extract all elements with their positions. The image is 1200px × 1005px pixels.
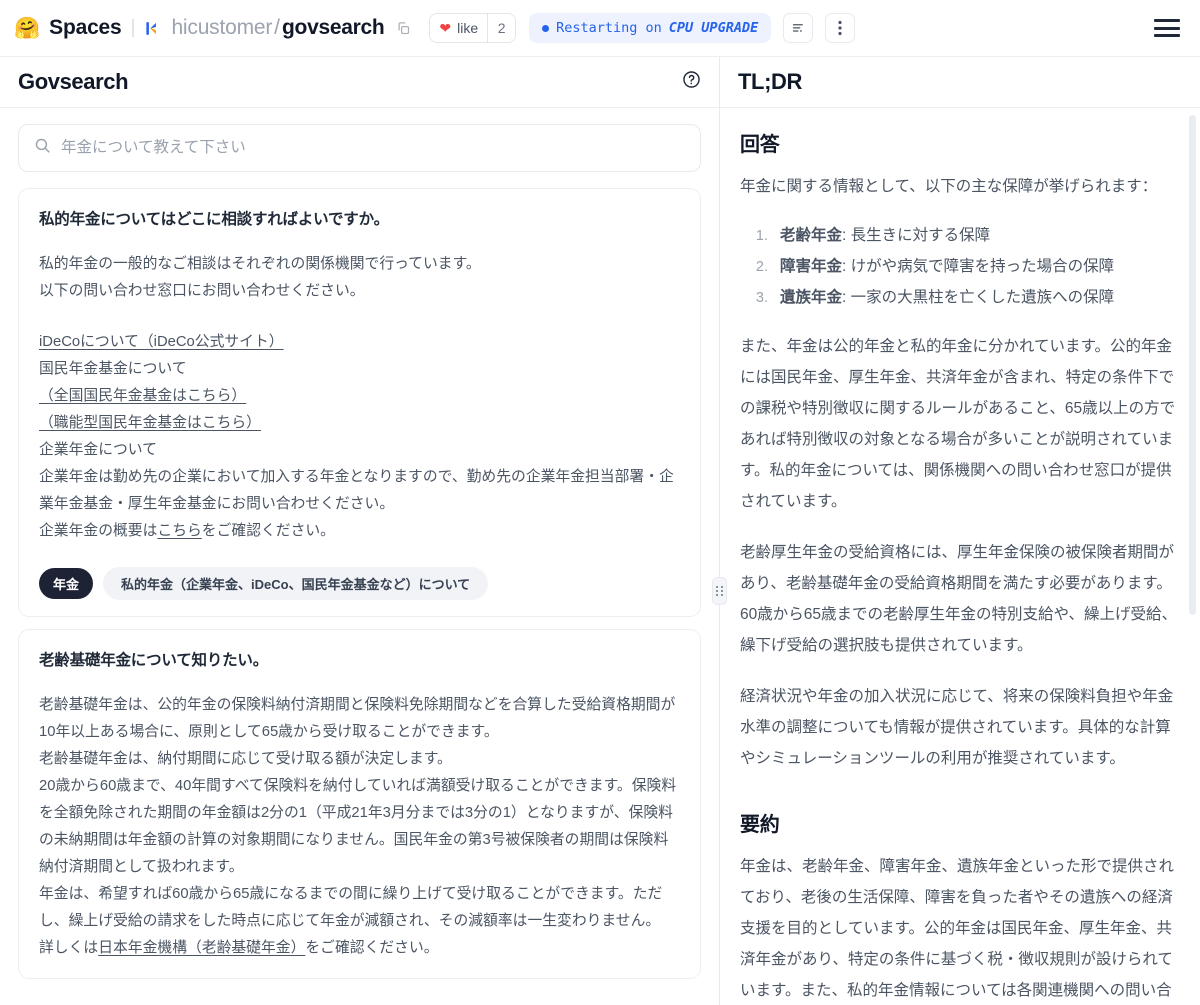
status-hardware: CPU UPGRADE — [668, 20, 759, 36]
list-item-term: 障害年金 — [780, 258, 843, 275]
answer-line: 年金は、希望すれば60歳から65歳になるまでの間に繰り上げて受け取ることができま… — [39, 886, 663, 929]
answer-line: 老齢基礎年金は、納付期間に応じて受け取る額が決定します。 — [39, 751, 452, 767]
spaces-brand-link[interactable]: Spaces — [49, 16, 122, 40]
summary-heading: 要約 — [740, 814, 780, 836]
list-item: 遺族年金: 一家の大黒柱を亡くした遺族への保障 — [772, 282, 1178, 313]
list-item: 障害年金: けがや病気で障害を持った場合の保障 — [772, 251, 1178, 282]
answer-line: 国民年金基金について — [39, 361, 187, 377]
list-item-term: 老齢年金 — [780, 227, 843, 244]
status-text: Restarting on — [556, 20, 662, 36]
search-box[interactable] — [18, 124, 701, 172]
result-question: 私的年金についてはどこに相談すればよいですか。 — [39, 211, 389, 228]
status-dot-icon — [542, 24, 550, 32]
answer-text: をご確認ください。 — [201, 523, 335, 539]
top-bar: 🤗 Spaces | hicustomer / govsearch ❤ like… — [0, 0, 1200, 56]
huggingface-emoji-logo: 🤗 — [14, 16, 41, 40]
search-input[interactable] — [61, 139, 685, 157]
like-group[interactable]: ❤ like 2 — [429, 13, 517, 43]
answer-text: 企業年金の概要は — [39, 523, 158, 539]
answer-line: 20歳から60歳まで、40年間すべて保険料を納付していれば満額受け取ることができ… — [39, 778, 677, 875]
result-card[interactable]: 私的年金についてはどこに相談すればよいですか。 私的年金の一般的なご相談はそれぞ… — [18, 188, 701, 617]
result-question: 老齢基礎年金について知りたい。 — [39, 652, 269, 669]
main-split-view: Govsearch 私的年金についてはどこに相談 — [0, 56, 1200, 1005]
huggingface-logo-icon — [146, 21, 157, 35]
answer-text: 詳しくは — [39, 940, 99, 956]
tldr-title: TL;DR — [738, 69, 802, 94]
answer-link[interactable]: 日本年金機構（老齢基礎年金） — [98, 940, 305, 956]
left-pane-body: 私的年金についてはどこに相談すればよいですか。 私的年金の一般的なご相談はそれぞ… — [0, 108, 719, 1005]
right-pane-header: TL;DR — [720, 57, 1200, 108]
copy-icon[interactable] — [393, 18, 413, 38]
answer-line: 老齢基礎年金は、公的年金の保険料納付済期間と保険料免除期間などを合算した受給資格… — [39, 697, 676, 740]
like-button[interactable]: ❤ like — [430, 14, 487, 42]
answer-link[interactable]: iDeCoについて（iDeCo公式サイト） — [39, 334, 284, 350]
answer-line: 以下の問い合わせ窓口にお問い合わせください。 — [39, 283, 365, 299]
answer-link[interactable]: （職能型国民年金基金はこちら） — [39, 415, 261, 431]
like-label: like — [457, 20, 479, 36]
answer-line: 企業年金について — [39, 442, 157, 458]
result-card[interactable]: 老齢基礎年金について知りたい。 老齢基礎年金は、公的年金の保険料納付済期間と保険… — [18, 629, 701, 979]
list-item-term: 遺族年金 — [780, 289, 843, 306]
answer-link[interactable]: こちら — [157, 523, 201, 539]
answer-paragraph: 老齢厚生年金の受給資格には、厚生年金保険の被保険者期間があり、老齢基礎年金の受給… — [740, 544, 1178, 654]
answer-link[interactable]: （全国国民年金基金はこちら） — [39, 388, 246, 404]
page-title: Govsearch — [18, 69, 129, 94]
like-count: 2 — [487, 14, 516, 42]
answer-line: 企業年金は勤め先の企業において加入する年金となりますので、勤め先の企業年金担当部… — [39, 469, 674, 512]
answer-heading: 回答 — [740, 134, 780, 156]
list-item: 老齢年金: 長生きに対する保障 — [772, 220, 1178, 251]
list-item-desc: : 一家の大黒柱を亡くした遺族への保障 — [842, 289, 1115, 306]
help-circle-icon[interactable] — [682, 70, 701, 94]
category-tag[interactable]: 年金 — [39, 568, 94, 599]
heart-icon: ❤ — [439, 20, 452, 36]
list-item-desc: : けがや病気で障害を持った場合の保障 — [842, 258, 1115, 275]
result-answer: 老齢基礎年金は、公的年金の保険料納付済期間と保険料免除期間などを合算した受給資格… — [39, 692, 680, 962]
repo-name[interactable]: govsearch — [282, 16, 385, 40]
path-slash: / — [274, 16, 281, 39]
answer-intro: 年金に関する情報として、以下の主な保障が挙げられます： — [740, 178, 1158, 195]
answer-paragraph: 経済状況や年金の加入状況に応じて、将来の保険料負担や年金水準の調整についても情報… — [740, 688, 1174, 767]
summary-paragraph: 年金は、老齢年金、障害年金、遺族年金といった形で提供されており、老後の生活保障、… — [740, 858, 1175, 999]
right-pane-scrollbar[interactable] — [1189, 115, 1196, 615]
hamburger-menu-icon[interactable] — [1154, 19, 1180, 37]
logs-icon[interactable] — [783, 13, 814, 43]
tag-row: 年金 私的年金（企業年金、iDeCo、国民年金基金など）について — [39, 567, 680, 600]
right-pane: TL;DR 回答 年金に関する情報として、以下の主な保障が挙げられます： 老齢年… — [720, 57, 1200, 1005]
left-pane-header: Govsearch — [0, 57, 719, 108]
answer-line-mixed: 詳しくは日本年金機構（老齢基礎年金）をご確認ください。 — [39, 935, 680, 962]
breadcrumb-divider: | — [130, 17, 136, 38]
answer-paragraph: また、年金は公的年金と私的年金に分かれています。公的年金には国民年金、厚生年金、… — [740, 338, 1176, 510]
right-pane-body: 回答 年金に関する情報として、以下の主な保障が挙げられます： 老齢年金: 長生き… — [720, 108, 1200, 1005]
topic-tag[interactable]: 私的年金（企業年金、iDeCo、国民年金基金など）について — [103, 567, 489, 600]
answer-line-mixed: 企業年金の概要はこちらをご確認ください。 — [39, 518, 680, 545]
answer-line: 私的年金の一般的なご相談はそれぞれの関係機関で行っています。 — [39, 256, 481, 272]
search-icon — [34, 137, 51, 159]
answer-text: をご確認ください。 — [305, 940, 439, 956]
more-options-icon[interactable] — [825, 13, 856, 43]
owner-link[interactable]: hicustomer — [171, 16, 272, 40]
result-answer: 私的年金の一般的なご相談はそれぞれの関係機関で行っています。 以下の問い合わせ窓… — [39, 251, 680, 545]
answer-item-list: 老齢年金: 長生きに対する保障 障害年金: けがや病気で障害を持った場合の保障 … — [750, 220, 1178, 313]
space-status-badge[interactable]: Restarting on CPU UPGRADE — [529, 13, 772, 43]
list-item-desc: : 長生きに対する保障 — [842, 227, 991, 244]
pane-resize-handle[interactable] — [712, 577, 727, 605]
left-pane: Govsearch 私的年金についてはどこに相談 — [0, 57, 719, 1005]
grip-dots-icon — [716, 586, 723, 596]
